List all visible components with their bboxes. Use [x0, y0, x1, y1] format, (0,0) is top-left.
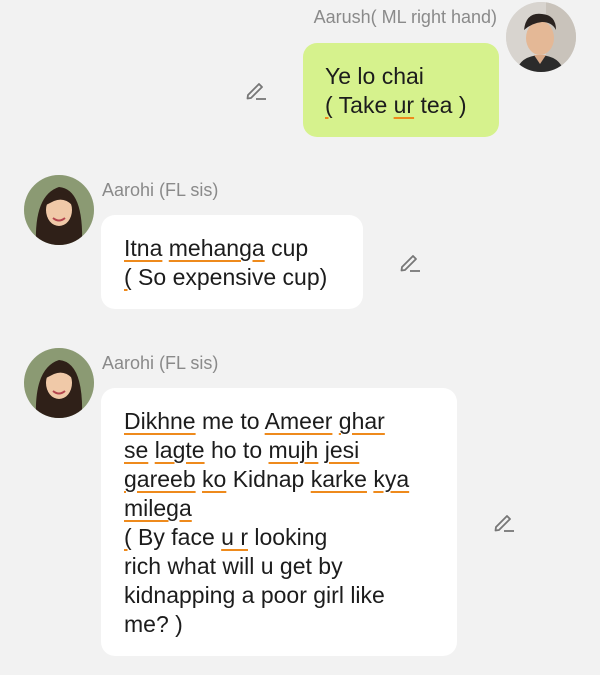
- message-row: Aarohi (FL sis) Itna mehanga cup ( So ex…: [0, 170, 600, 315]
- spellcheck-word: mehanga: [168, 235, 265, 261]
- message-line: milega: [124, 494, 457, 523]
- spellcheck-word: Dikhne: [124, 408, 196, 434]
- edit-icon[interactable]: [492, 510, 516, 534]
- spellcheck-word: (: [124, 524, 132, 550]
- sender-name: Aarohi (FL sis): [102, 353, 219, 373]
- sender-name: Aarush( ML right hand): [313, 7, 497, 27]
- spellcheck-word: Itna: [124, 235, 163, 261]
- avatar-aarohi-image: [24, 175, 94, 245]
- edit-icon[interactable]: [398, 250, 422, 274]
- spellcheck-word: kya: [373, 466, 410, 492]
- spellcheck-word: jesi: [324, 437, 360, 463]
- message-line: ( By face u r looking: [124, 524, 328, 550]
- spellcheck-word: gareeb: [124, 466, 196, 492]
- avatar[interactable]: [24, 348, 94, 418]
- spellcheck-word: u r: [221, 524, 248, 550]
- message-line: se lagte ho to mujh jesi: [124, 437, 360, 463]
- message-row: Aarohi (FL sis) Dikhne me to Ameer ghar …: [0, 343, 600, 663]
- spellcheck-word: mujh: [268, 437, 319, 463]
- spellcheck-word: lagte: [154, 437, 205, 463]
- message-line: me? ): [124, 611, 183, 637]
- avatar[interactable]: [24, 175, 94, 245]
- message-line: Itna mehanga cup: [124, 235, 309, 261]
- message-row: Aarush( ML right hand) Ye lo chai ( Take…: [0, 0, 600, 150]
- spellcheck-word: milega: [124, 495, 192, 521]
- edit-icon[interactable]: [244, 78, 268, 102]
- message-line: Ye lo chai: [325, 63, 424, 89]
- message-line: rich what will u get by: [124, 553, 343, 579]
- spellcheck-word: se: [124, 437, 149, 463]
- message-bubble[interactable]: Itna mehanga cup ( So expensive cup): [101, 215, 363, 309]
- message-line: ( So expensive cup): [124, 264, 328, 290]
- spellcheck-word: Ameer: [264, 408, 333, 434]
- message-bubble[interactable]: Dikhne me to Ameer ghar se lagte ho to m…: [101, 388, 457, 656]
- spellcheck-word: ko: [202, 466, 227, 492]
- sender-name: Aarohi (FL sis): [102, 180, 219, 200]
- message-bubble[interactable]: Ye lo chai ( Take ur tea ): [303, 43, 499, 137]
- avatar-aarohi-image: [24, 348, 94, 418]
- spellcheck-word: karke: [310, 466, 367, 492]
- message-line: ( Take ur tea ): [325, 92, 467, 118]
- message-line: Dikhne me to Ameer ghar: [124, 408, 385, 434]
- spellcheck-word: (: [124, 264, 132, 290]
- message-line: kidnapping a poor girl like: [124, 582, 385, 608]
- spellcheck-word: (: [325, 92, 333, 118]
- spellcheck-word: ghar: [338, 408, 385, 434]
- spellcheck-word: ur: [393, 92, 415, 118]
- avatar-aarush-image: [506, 2, 576, 72]
- message-line: gareeb ko Kidnap karke kya: [124, 466, 410, 492]
- avatar[interactable]: [506, 2, 576, 72]
